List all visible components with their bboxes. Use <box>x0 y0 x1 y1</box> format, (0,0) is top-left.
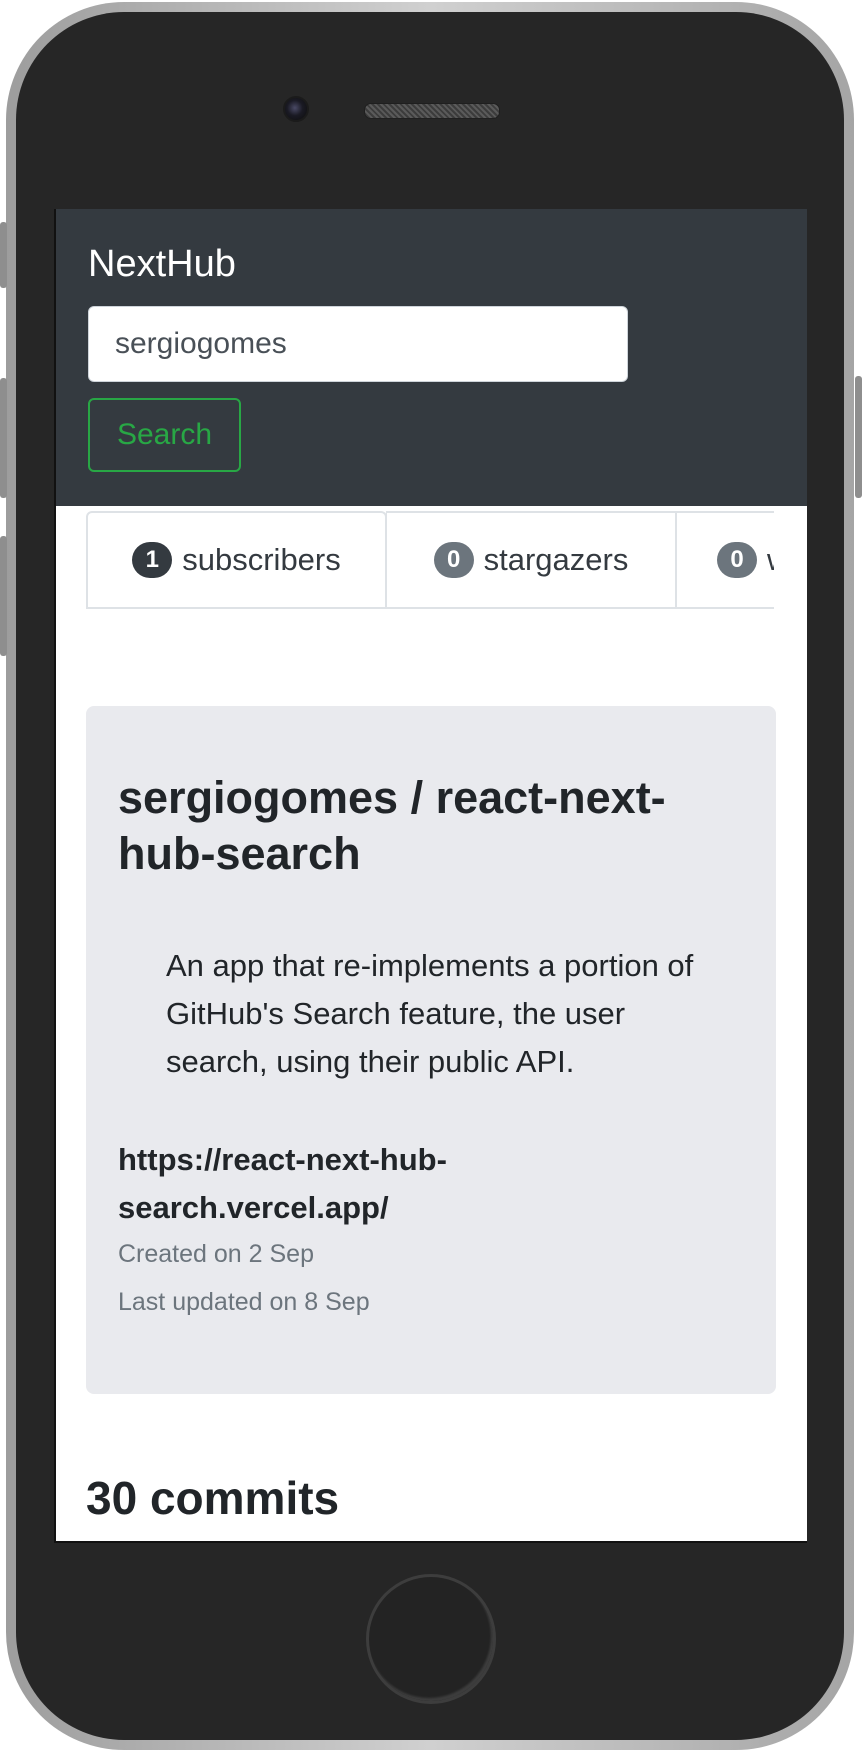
repo-created-date: Created on 2 Sep <box>118 1240 314 1268</box>
search-input[interactable] <box>88 306 628 382</box>
commits-count: 30 <box>86 1472 138 1524</box>
repo-homepage-link[interactable]: https://react-next-hub-search.vercel.app… <box>118 1136 618 1232</box>
app-screen: NextHub Search 1 subscribers 0 stargazer… <box>54 209 807 1543</box>
navbar: NextHub Search <box>56 209 807 506</box>
commits-label: commits <box>149 1472 340 1524</box>
speaker-grille <box>364 103 500 119</box>
tab-label: subscribers <box>182 542 341 577</box>
tab-subscribers[interactable]: 1 subscribers <box>86 511 387 607</box>
repo-updated-date: Last updated on 8 Sep <box>118 1288 370 1316</box>
watchers-count-badge: 0 <box>717 542 757 578</box>
home-button[interactable] <box>366 1574 496 1704</box>
subscribers-count-badge: 1 <box>132 542 173 578</box>
phone-volume-up-button <box>0 378 7 498</box>
tab-label: stargazers <box>483 542 629 577</box>
stargazers-count-badge: 0 <box>433 542 474 578</box>
search-button[interactable]: Search <box>88 398 241 472</box>
tab-watchers[interactable]: 0 w <box>676 511 774 607</box>
phone-mute-switch <box>0 222 7 288</box>
tab-label: w <box>767 542 774 578</box>
stats-tabs: 1 subscribers 0 stargazers 0 w <box>86 511 774 609</box>
phone-volume-down-button <box>0 536 7 656</box>
repo-card: sergiogomes / react-next-hub-search An a… <box>86 706 776 1394</box>
tab-stargazers[interactable]: 0 stargazers <box>386 511 677 607</box>
repo-description: An app that re-implements a portion of G… <box>166 948 694 1079</box>
phone-power-button <box>855 376 862 498</box>
front-camera-icon <box>283 96 309 122</box>
brand-logo[interactable]: NextHub <box>88 243 236 286</box>
commits-heading: 30 commits <box>86 1471 339 1525</box>
repo-title: sergiogomes / react-next-hub-search <box>118 772 666 879</box>
